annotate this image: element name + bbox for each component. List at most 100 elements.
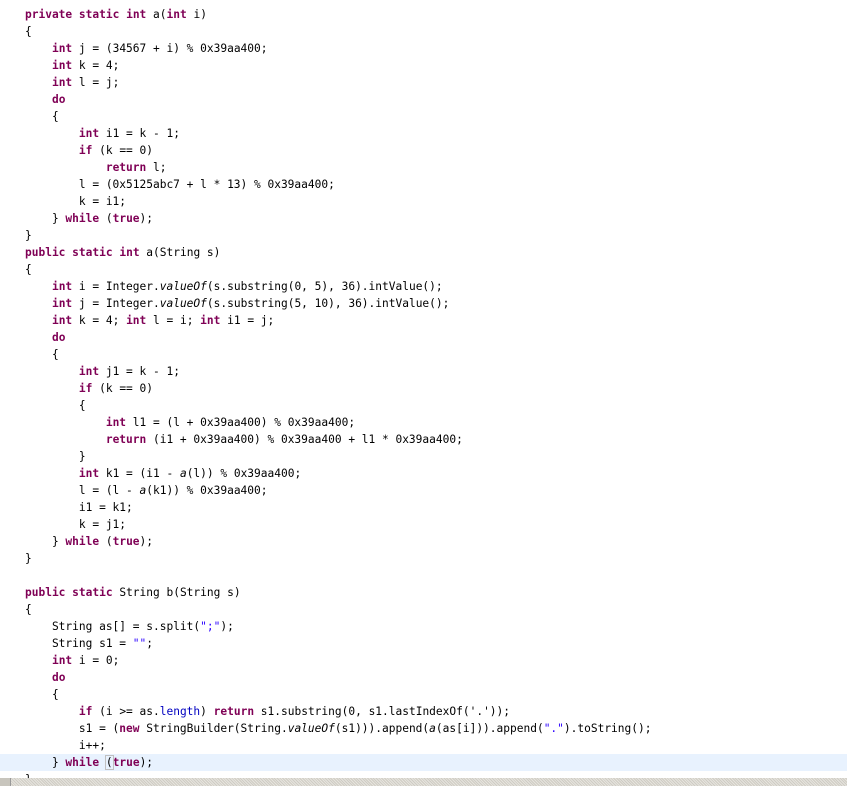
code-line[interactable]: int k1 = (i1 - a(l)) % 0x39aa400; xyxy=(0,465,847,482)
code-line-content: i1 = k1; xyxy=(25,499,133,516)
code-line[interactable]: s1 = (new StringBuilder(String.valueOf(s… xyxy=(0,720,847,737)
code-line[interactable]: String s1 = ""; xyxy=(0,635,847,652)
keyword: static xyxy=(78,8,120,21)
keyword: if xyxy=(78,144,93,157)
code-line[interactable]: { xyxy=(0,108,847,125)
code-text: a( xyxy=(146,8,167,21)
code-text: ( xyxy=(99,535,113,548)
keyword: int xyxy=(200,314,221,327)
code-line[interactable]: int i = Integer.valueOf(s.substring(0, 5… xyxy=(0,278,847,295)
keyword: return xyxy=(105,433,147,446)
code-line[interactable]: l = (0x5125abc7 + l * 13) % 0x39aa400; xyxy=(0,176,847,193)
code-line[interactable]: } xyxy=(0,448,847,465)
code-line[interactable]: return (i1 + 0x39aa400) % 0x39aa400 + l1… xyxy=(0,431,847,448)
code-line[interactable]: k = i1; xyxy=(0,193,847,210)
code-line[interactable]: int l1 = (l + 0x39aa400) % 0x39aa400; xyxy=(0,414,847,431)
code-line[interactable]: public static String b(String s) xyxy=(0,584,847,601)
code-line[interactable]: int j = Integer.valueOf(s.substring(5, 1… xyxy=(0,295,847,312)
string-literal: "." xyxy=(543,722,564,735)
keyword: do xyxy=(51,93,66,106)
code-text: { xyxy=(25,688,59,701)
code-line-content: } xyxy=(25,227,32,244)
code-line[interactable]: int k = 4; int l = i; int i1 = j; xyxy=(0,312,847,329)
code-line[interactable]: { xyxy=(0,397,847,414)
code-text: (i1 + 0x39aa400) % 0x39aa400 + l1 * 0x39… xyxy=(146,433,463,446)
code-line[interactable]: if (i >= as.length) return s1.substring(… xyxy=(0,703,847,720)
keyword: if xyxy=(78,705,93,718)
keyword: new xyxy=(119,722,140,735)
horizontal-scrollbar[interactable] xyxy=(0,778,847,786)
code-text: i = Integer. xyxy=(72,280,160,293)
code-line-content: } xyxy=(25,448,86,465)
keyword: int xyxy=(78,127,100,140)
code-line[interactable]: return l; xyxy=(0,159,847,176)
code-line[interactable]: int i1 = k - 1; xyxy=(0,125,847,142)
code-text: { xyxy=(25,348,59,361)
code-line[interactable]: do xyxy=(0,91,847,108)
code-line-content: { xyxy=(25,346,59,363)
code-line-content: } while (true); xyxy=(25,533,153,550)
code-line[interactable]: i++; xyxy=(0,737,847,754)
code-line-content: k = j1; xyxy=(25,516,126,533)
code-line[interactable]: { xyxy=(0,261,847,278)
static-method-ref: valueOf xyxy=(159,280,207,293)
keyword: int xyxy=(51,42,73,55)
code-line[interactable]: i1 = k1; xyxy=(0,499,847,516)
code-line[interactable]: } while (true); xyxy=(0,754,847,771)
code-text: ).toString(); xyxy=(563,722,652,735)
code-text: i = 0; xyxy=(72,654,120,667)
static-method-ref: a xyxy=(179,467,187,480)
code-text: l = (l - xyxy=(25,484,140,497)
keyword: return xyxy=(105,161,147,174)
code-line[interactable]: int l = j; xyxy=(0,74,847,91)
code-line-content: if (k == 0) xyxy=(25,142,153,159)
code-text: ) xyxy=(200,705,214,718)
code-text: ); xyxy=(139,535,154,548)
code-text: i) xyxy=(186,8,207,21)
code-line[interactable]: if (k == 0) xyxy=(0,380,847,397)
code-line[interactable]: String as[] = s.split(";"); xyxy=(0,618,847,635)
code-line[interactable]: int j1 = k - 1; xyxy=(0,363,847,380)
code-line-content: { xyxy=(25,686,59,703)
code-line-content: return (i1 + 0x39aa400) % 0x39aa400 + l1… xyxy=(25,431,463,448)
code-line[interactable] xyxy=(0,567,847,584)
code-line[interactable]: private static int a(int i) xyxy=(0,6,847,23)
keyword: int xyxy=(78,365,100,378)
code-line[interactable]: { xyxy=(0,686,847,703)
keyword: int xyxy=(51,314,73,327)
code-text: j = Integer. xyxy=(72,297,160,310)
code-line[interactable]: } xyxy=(0,550,847,567)
code-line[interactable]: public static int a(String s) xyxy=(0,244,847,261)
keyword: int xyxy=(51,297,73,310)
code-line[interactable]: k = j1; xyxy=(0,516,847,533)
code-line-content: if (k == 0) xyxy=(25,380,153,397)
code-line-content: if (i >= as.length) return s1.substring(… xyxy=(25,703,510,720)
code-line[interactable]: int j = (34567 + i) % 0x39aa400; xyxy=(0,40,847,57)
code-line[interactable]: l = (l - a(k1)) % 0x39aa400; xyxy=(0,482,847,499)
code-line[interactable]: { xyxy=(0,346,847,363)
code-line[interactable]: do xyxy=(0,329,847,346)
code-text: k = i1; xyxy=(25,195,127,208)
code-line[interactable]: { xyxy=(0,601,847,618)
field-ref: length xyxy=(159,705,201,718)
code-text: k1 = (i1 - xyxy=(99,467,180,480)
keyword: static xyxy=(72,586,113,599)
code-line[interactable]: int i = 0; xyxy=(0,652,847,669)
string-literal: ";" xyxy=(200,620,221,633)
code-line[interactable]: { xyxy=(0,23,847,40)
code-line-content: { xyxy=(25,23,32,40)
code-line[interactable]: } xyxy=(0,227,847,244)
code-line-content: int j1 = k - 1; xyxy=(25,363,180,380)
code-line[interactable]: } while (true); xyxy=(0,533,847,550)
code-line-content: int l = j; xyxy=(25,74,119,91)
code-line[interactable]: int k = 4; xyxy=(0,57,847,74)
scroll-left-button[interactable] xyxy=(0,778,11,786)
code-line[interactable]: do xyxy=(0,669,847,686)
code-editor[interactable]: private static int a(int i){ int j = (34… xyxy=(0,0,847,786)
code-text: } xyxy=(25,229,32,242)
code-line[interactable]: if (k == 0) xyxy=(0,142,847,159)
code-line[interactable]: } while (true); xyxy=(0,210,847,227)
keyword: public xyxy=(25,586,66,599)
